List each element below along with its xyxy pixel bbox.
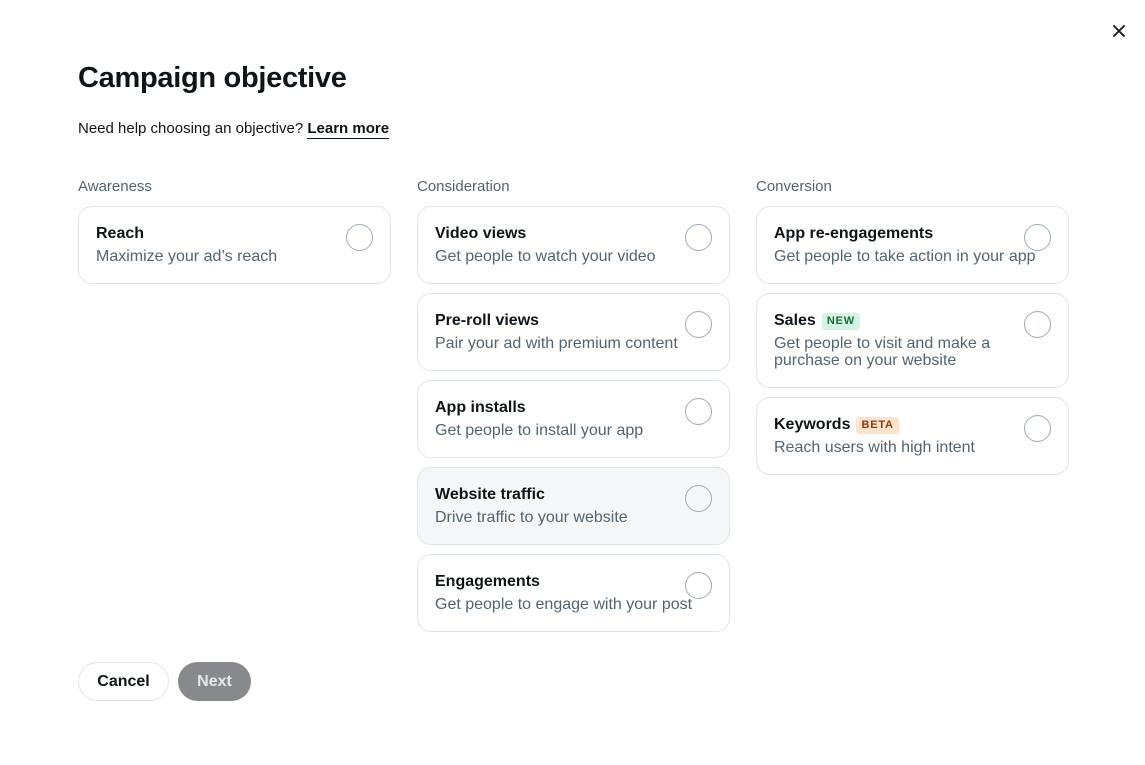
objective-card-website-traffic[interactable]: Website traffic Drive traffic to your we… [417,467,730,545]
radio-button[interactable] [685,311,712,338]
card-title: Video views [435,225,527,242]
dialog-footer: Cancel Next [78,662,251,701]
close-icon [1113,25,1125,37]
card-description: Maximize your ad’s reach [96,248,278,265]
card-description: Reach users with high intent [774,439,975,456]
radio-button[interactable] [346,224,373,251]
card-title: Pre-roll views [435,312,540,329]
objective-card-keywords[interactable]: Keywords BETA Reach users with high inte… [756,397,1069,475]
card-title: Sales [774,312,816,329]
objective-card-engagements[interactable]: Engagements Get people to engage with yo… [417,554,730,632]
card-title: Website traffic [435,486,545,503]
learn-more-link[interactable]: Learn more [307,120,390,139]
objective-card-pre-roll-views[interactable]: Pre-roll views Pair your ad with premium… [417,293,730,371]
page-title: Campaign objective [78,62,347,94]
card-description: Get people to watch your video [435,248,656,265]
radio-button[interactable] [685,224,712,251]
help-text-row: Need help choosing an objective? Learn m… [78,120,390,139]
help-text: Need help choosing an objective? [78,120,304,137]
radio-button[interactable] [1024,415,1051,442]
card-title: App re-engagements [774,225,934,242]
column-heading: Awareness [78,178,152,195]
radio-button[interactable] [685,572,712,599]
card-description: Get people to visit and make a purchase … [774,335,991,369]
objective-card-app-installs[interactable]: App installs Get people to install your … [417,380,730,458]
card-title: Keywords [774,416,851,433]
card-title: App installs [435,399,526,416]
column-awareness: Awareness Reach Maximize your ad’s reach [78,178,391,293]
card-description: Get people to engage with your post [435,596,693,613]
objective-card-app-re-engagements[interactable]: App re-engagements Get people to take ac… [756,206,1069,284]
objective-card-reach[interactable]: Reach Maximize your ad’s reach [78,206,391,284]
close-button[interactable] [1108,20,1130,42]
radio-button[interactable] [1024,311,1051,338]
radio-button[interactable] [685,398,712,425]
column-consideration: Consideration Video views Get people to … [417,178,730,641]
new-badge: NEW [821,312,860,330]
card-title: Reach [96,225,145,242]
card-title: Engagements [435,573,540,590]
beta-badge: BETA [856,416,899,434]
card-description: Pair your ad with premium content [435,335,678,352]
card-description: Get people to take action in your app [774,248,1036,265]
radio-button[interactable] [685,485,712,512]
column-conversion: Conversion App re-engagements Get people… [756,178,1069,484]
column-heading: Consideration [417,178,510,195]
cancel-button[interactable]: Cancel [78,662,169,701]
objective-card-sales[interactable]: Sales NEW Get people to visit and make a… [756,293,1069,388]
next-button[interactable]: Next [178,662,251,701]
radio-button[interactable] [1024,224,1051,251]
card-description: Drive traffic to your website [435,509,628,526]
card-description: Get people to install your app [435,422,644,439]
objective-card-video-views[interactable]: Video views Get people to watch your vid… [417,206,730,284]
column-heading: Conversion [756,178,832,195]
